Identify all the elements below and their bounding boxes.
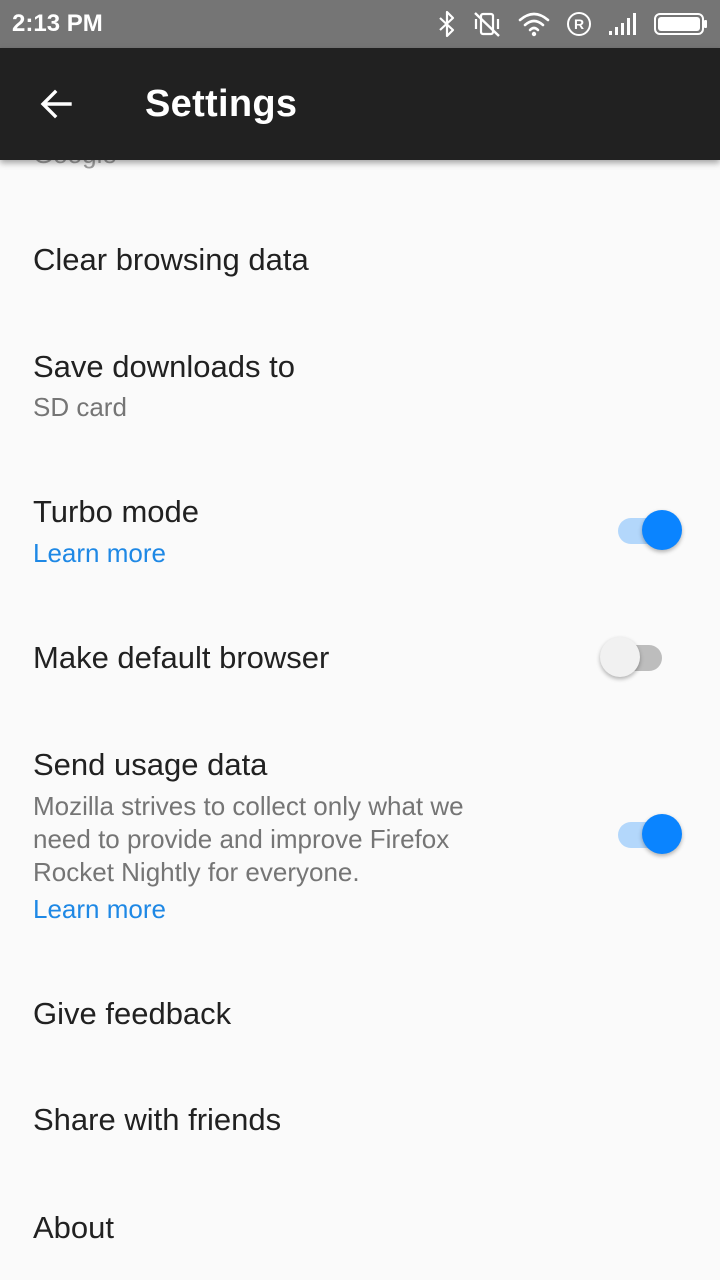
save-downloads-value: SD card bbox=[33, 392, 127, 422]
toggle-thumb bbox=[642, 510, 682, 550]
page-title: Settings bbox=[145, 83, 298, 125]
app-bar: Settings bbox=[0, 48, 720, 160]
turbo-mode-learn-more-link[interactable]: Learn more bbox=[33, 537, 166, 569]
turbo-mode-toggle[interactable] bbox=[612, 506, 682, 554]
clear-browsing-data-title: Clear browsing data bbox=[33, 242, 309, 277]
settings-item-give-feedback[interactable]: Give feedback bbox=[0, 952, 720, 1058]
status-time: 2:13 PM bbox=[12, 10, 103, 37]
settings-item-clear-browsing-data[interactable]: Clear browsing data bbox=[0, 200, 720, 306]
arrow-back-icon bbox=[40, 89, 72, 119]
settings-item-send-usage-data[interactable]: Send usage data Mozilla strives to colle… bbox=[0, 726, 720, 952]
default-browser-title: Make default browser bbox=[33, 640, 330, 675]
signal-icon bbox=[608, 12, 638, 36]
toggle-thumb bbox=[642, 814, 682, 854]
vibrate-off-icon bbox=[472, 10, 502, 38]
svg-text:R: R bbox=[574, 16, 584, 32]
about-title: About bbox=[33, 1210, 115, 1245]
bluetooth-icon bbox=[438, 10, 456, 38]
settings-list: Google Clear browsing data Save download… bbox=[0, 160, 720, 1280]
send-usage-data-description: Mozilla strives to collect only what we … bbox=[33, 791, 464, 887]
settings-item-default-browser[interactable]: Make default browser bbox=[0, 590, 720, 726]
status-bar: 2:13 PM R bbox=[0, 0, 720, 48]
status-icons: R bbox=[422, 8, 708, 40]
wifi-icon bbox=[518, 11, 550, 37]
settings-item-save-downloads[interactable]: Save downloads to SD card bbox=[0, 306, 720, 446]
settings-item-about[interactable]: About bbox=[0, 1166, 720, 1280]
give-feedback-title: Give feedback bbox=[33, 996, 232, 1031]
battery-icon bbox=[654, 12, 708, 36]
toggle-thumb bbox=[600, 637, 640, 677]
default-browser-toggle[interactable] bbox=[600, 633, 670, 681]
settings-item-turbo-mode[interactable]: Turbo mode Learn more bbox=[0, 446, 720, 590]
search-engine-value: Google bbox=[33, 160, 117, 170]
save-downloads-title: Save downloads to bbox=[33, 349, 295, 384]
send-usage-data-title: Send usage data bbox=[33, 747, 268, 782]
send-usage-data-learn-more-link[interactable]: Learn more bbox=[33, 893, 166, 925]
turbo-mode-title: Turbo mode bbox=[33, 494, 199, 529]
roaming-icon: R bbox=[566, 11, 592, 37]
settings-item-search-engine[interactable]: Google bbox=[0, 160, 720, 200]
send-usage-data-toggle[interactable] bbox=[612, 810, 682, 858]
back-button[interactable] bbox=[24, 72, 88, 136]
share-with-friends-title: Share with friends bbox=[33, 1102, 282, 1137]
settings-item-share-with-friends[interactable]: Share with friends bbox=[0, 1058, 720, 1166]
